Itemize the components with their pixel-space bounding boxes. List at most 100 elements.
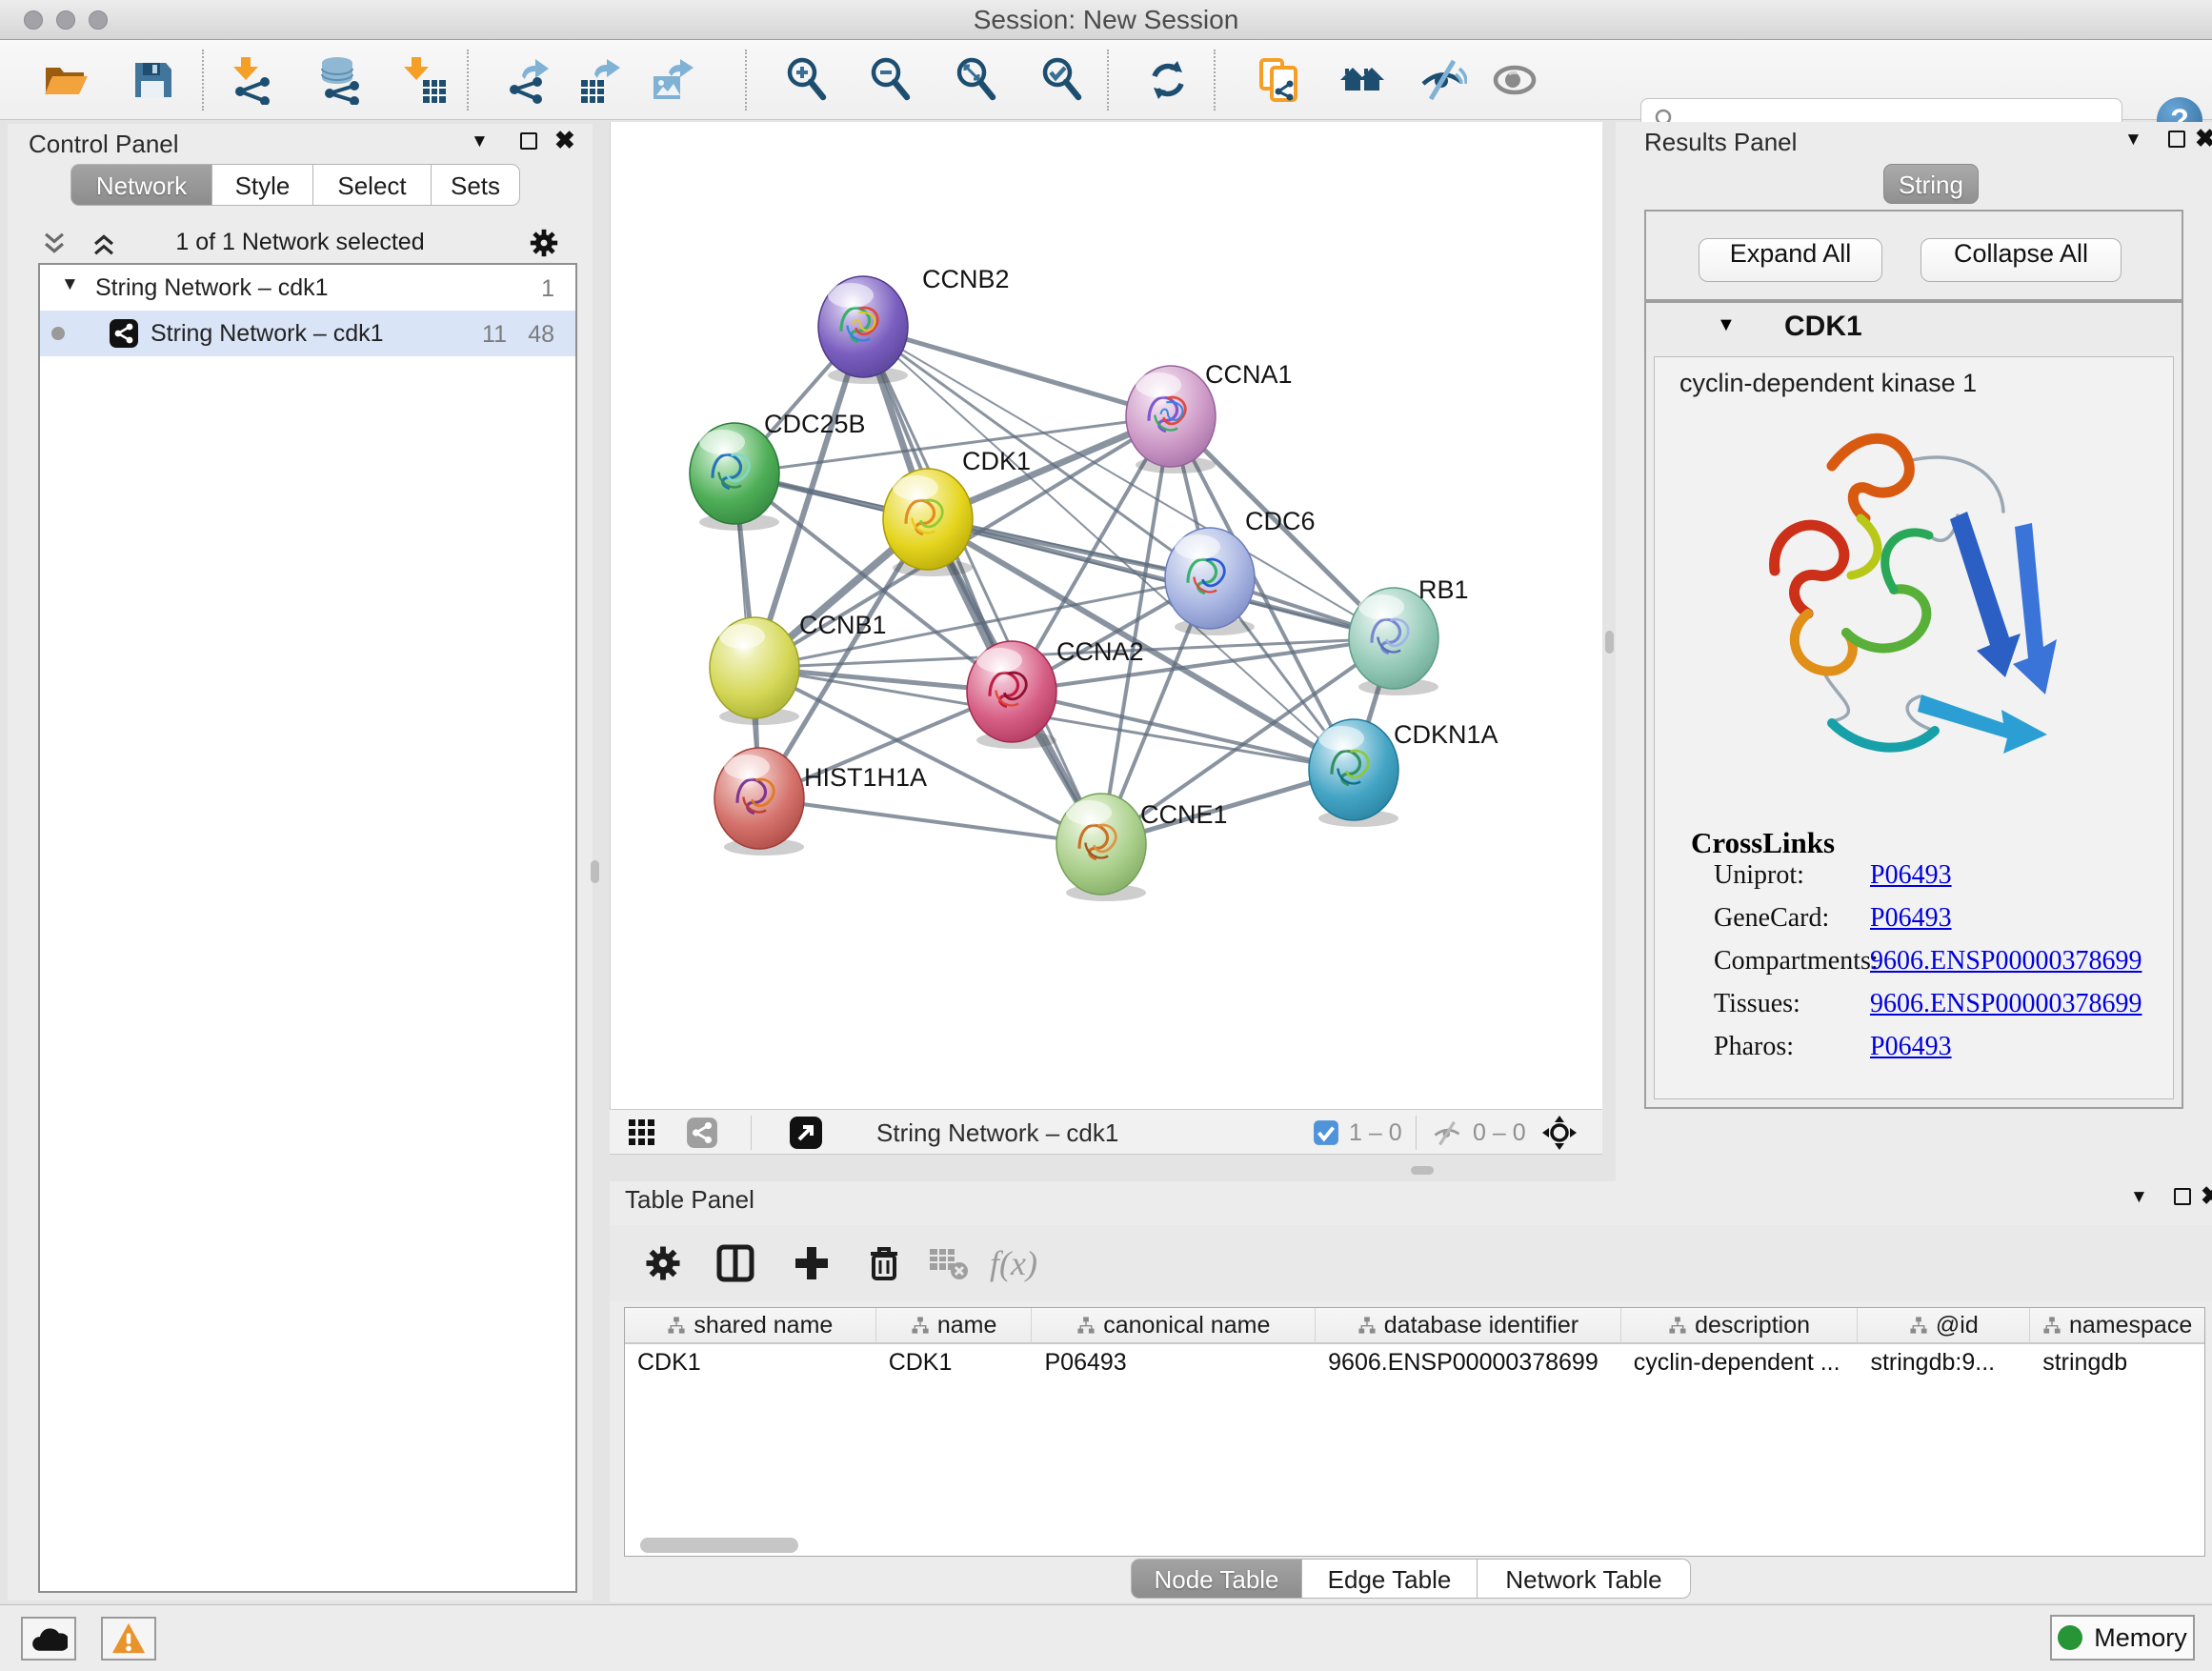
status-bar: Memory bbox=[0, 1604, 2212, 1671]
crosslink-link[interactable]: 9606.ENSP00000378699 bbox=[1870, 989, 2142, 1019]
node-label-ccne1: CCNE1 bbox=[1140, 800, 1228, 829]
cell-canonical-name[interactable]: P06493 bbox=[1033, 1344, 1317, 1380]
open-session-button[interactable] bbox=[38, 53, 91, 107]
column-header[interactable]: shared name bbox=[625, 1308, 876, 1342]
network-node-cdc25b[interactable]: CDC25B bbox=[690, 410, 866, 531]
crosslink-link[interactable]: P06493 bbox=[1870, 903, 1952, 934]
memory-button[interactable]: Memory bbox=[2050, 1615, 2195, 1661]
save-session-button[interactable] bbox=[126, 53, 179, 107]
results-tab-string[interactable]: String bbox=[1883, 164, 1979, 204]
tab-network[interactable]: Network bbox=[70, 164, 212, 206]
cell-name[interactable]: CDK1 bbox=[876, 1344, 1033, 1380]
panel-float-icon[interactable] bbox=[2174, 1188, 2191, 1205]
panel-menu-icon[interactable]: ▼ bbox=[471, 131, 489, 152]
function-builder-button[interactable]: f(x) bbox=[991, 1240, 1036, 1286]
panel-close-icon[interactable]: ✖ bbox=[554, 126, 575, 155]
tab-node-table[interactable]: Node Table bbox=[1131, 1559, 1302, 1599]
crosslink-link[interactable]: P06493 bbox=[1870, 1032, 1952, 1062]
network-node-cdc6[interactable]: CDC6 bbox=[1165, 507, 1316, 635]
horizontal-splitter-handle[interactable] bbox=[1411, 1166, 1434, 1175]
delete-column-button[interactable] bbox=[861, 1240, 907, 1286]
cloud-status-button[interactable] bbox=[21, 1617, 76, 1661]
export-network-button[interactable] bbox=[501, 53, 554, 107]
import-network-from-database-button[interactable] bbox=[312, 53, 366, 107]
network-node-rb1[interactable]: RB1 bbox=[1349, 575, 1469, 695]
column-header[interactable]: database identifier bbox=[1316, 1308, 1621, 1342]
zoom-selected-button[interactable] bbox=[1036, 53, 1090, 107]
cell-description[interactable]: cyclin-dependent ... bbox=[1621, 1344, 1859, 1380]
export-image-button[interactable] bbox=[646, 53, 699, 107]
hidden-toggle[interactable] bbox=[1431, 1117, 1463, 1149]
birds-eye-view-button[interactable] bbox=[1541, 1117, 1578, 1149]
import-network-button[interactable] bbox=[225, 53, 278, 107]
cell-database-identifier[interactable]: 9606.ENSP00000378699 bbox=[1316, 1344, 1621, 1380]
tab-edge-table[interactable]: Edge Table bbox=[1302, 1559, 1478, 1599]
panel-float-icon[interactable] bbox=[2168, 131, 2185, 148]
network-canvas[interactable]: CCNB2CCNA1CDC25BCDK1CDC6RB1CCNB1CCNA2CDK… bbox=[610, 122, 1602, 1109]
hide-selected-button[interactable] bbox=[1416, 53, 1469, 107]
panel-close-icon[interactable]: ✖ bbox=[2201, 1181, 2212, 1211]
crosslink-link[interactable]: 9606.ENSP00000378699 bbox=[1870, 946, 2142, 976]
apply-layout-button[interactable] bbox=[1141, 53, 1195, 107]
table-panel-title: Table Panel bbox=[625, 1185, 754, 1215]
left-splitter-handle[interactable] bbox=[591, 860, 599, 883]
network-node-cdk1[interactable]: CDK1 bbox=[883, 447, 1031, 576]
cell-id[interactable]: stringdb:9... bbox=[1858, 1344, 2030, 1380]
right-splitter-handle[interactable] bbox=[1605, 631, 1614, 654]
tab-select[interactable]: Select bbox=[313, 164, 432, 206]
network-node-cdkn1a[interactable]: CDKN1A bbox=[1309, 719, 1498, 827]
network-row-selected[interactable]: String Network – cdk1 11 48 bbox=[40, 311, 575, 356]
show-grid-button[interactable] bbox=[627, 1117, 657, 1149]
column-header[interactable]: namespace bbox=[2030, 1308, 2204, 1342]
table-row[interactable]: CDK1 CDK1 P06493 9606.ENSP00000378699 cy… bbox=[625, 1344, 2204, 1380]
network-collection-row[interactable]: ▼ String Network – cdk1 1 bbox=[40, 265, 575, 311]
first-neighbors-button[interactable] bbox=[1336, 53, 1389, 107]
tree-expand-icon[interactable]: ▼ bbox=[61, 274, 79, 295]
network-node-ccnb2[interactable]: CCNB2 bbox=[818, 265, 1010, 384]
network-share-view-button[interactable] bbox=[686, 1117, 718, 1149]
expand-all-button[interactable]: Expand All bbox=[1699, 238, 1882, 282]
show-columns-button[interactable] bbox=[713, 1240, 758, 1286]
cell-shared-name[interactable]: CDK1 bbox=[625, 1344, 876, 1380]
network-edge[interactable] bbox=[759, 798, 1101, 844]
create-column-button[interactable] bbox=[789, 1240, 835, 1286]
panel-float-icon[interactable] bbox=[520, 132, 537, 150]
warnings-button[interactable] bbox=[101, 1617, 156, 1661]
column-header[interactable]: name bbox=[876, 1308, 1033, 1342]
show-all-button[interactable] bbox=[1488, 53, 1541, 107]
open-in-window-button[interactable] bbox=[789, 1117, 823, 1149]
network-node-hist1h1a[interactable]: HIST1H1A bbox=[714, 748, 927, 856]
table-horizontal-scrollbar[interactable] bbox=[640, 1538, 798, 1553]
network-options-gear-icon[interactable] bbox=[528, 227, 560, 264]
toolbar-separator bbox=[202, 50, 204, 111]
tab-sets[interactable]: Sets bbox=[432, 164, 520, 206]
panel-menu-icon[interactable]: ▼ bbox=[2124, 130, 2142, 151]
protein-section-header[interactable]: ▼ CDK1 bbox=[1646, 303, 2182, 352]
import-table-button[interactable] bbox=[398, 53, 452, 107]
grid-icon bbox=[627, 1117, 657, 1148]
zoom-fit-button[interactable] bbox=[951, 53, 1004, 107]
network-node-ccne1[interactable]: CCNE1 bbox=[1056, 794, 1228, 901]
panel-close-icon[interactable]: ✖ bbox=[2195, 124, 2212, 153]
duplicate-network-button[interactable] bbox=[1252, 53, 1305, 107]
network-edge[interactable] bbox=[863, 327, 1171, 416]
selected-checkbox[interactable] bbox=[1313, 1117, 1339, 1149]
crosslink-link[interactable]: P06493 bbox=[1870, 860, 1952, 891]
column-header[interactable]: @id bbox=[1858, 1308, 2030, 1342]
table-options-button[interactable] bbox=[640, 1240, 686, 1286]
tab-style[interactable]: Style bbox=[212, 164, 313, 206]
gear-icon bbox=[643, 1243, 683, 1283]
delete-table-button[interactable] bbox=[926, 1240, 972, 1286]
crosslink-row: GeneCard: P06493 bbox=[1655, 903, 2173, 946]
collapse-all-button[interactable]: Collapse All bbox=[1920, 238, 2122, 282]
column-header[interactable]: description bbox=[1621, 1308, 1859, 1342]
zoom-in-button[interactable] bbox=[781, 53, 835, 107]
panel-menu-icon[interactable]: ▼ bbox=[2130, 1187, 2148, 1208]
export-table-button[interactable] bbox=[573, 53, 627, 107]
column-type-icon bbox=[1909, 1316, 1928, 1335]
tab-network-table[interactable]: Network Table bbox=[1478, 1559, 1691, 1599]
cell-namespace[interactable]: stringdb bbox=[2030, 1344, 2204, 1380]
column-header[interactable]: canonical name bbox=[1032, 1308, 1316, 1342]
zoom-out-button[interactable] bbox=[865, 53, 918, 107]
section-collapse-icon[interactable]: ▼ bbox=[1717, 314, 1736, 336]
